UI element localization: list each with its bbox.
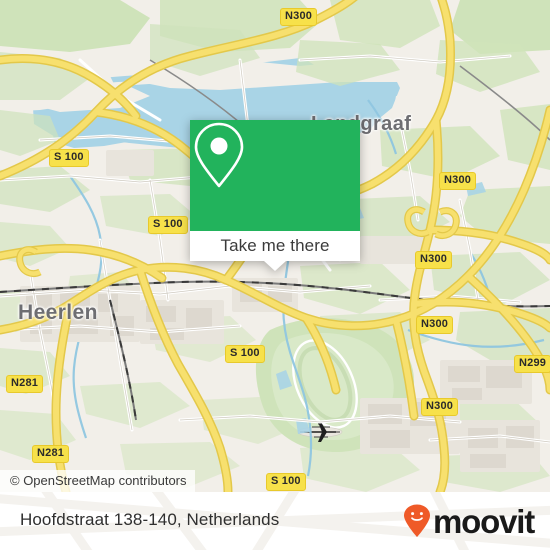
location-popup-card[interactable]: Take me there <box>190 120 360 271</box>
road-shield-n300[interactable]: N300 <box>421 398 459 416</box>
take-me-there-label: Take me there <box>220 236 330 255</box>
map-canvas[interactable]: Landgraaf Heerlen N300 S 100 S 100 N300 … <box>0 0 550 492</box>
take-me-there-button[interactable]: Take me there <box>190 231 360 261</box>
footer-bar: Hoofdstraat 138-140, Netherlands moovit <box>0 492 550 550</box>
map-pin-icon <box>194 122 244 188</box>
road-shield-s100[interactable]: S 100 <box>49 149 89 167</box>
road-shield-n300[interactable]: N300 <box>439 172 477 190</box>
address-label: Hoofdstraat 138-140, Netherlands <box>20 510 280 529</box>
moovit-wordmark: moovit <box>433 502 535 540</box>
road-shield-s100[interactable]: S 100 <box>225 345 265 363</box>
map-screenshot: Landgraaf Heerlen N300 S 100 S 100 N300 … <box>0 0 550 550</box>
road-shield-n300[interactable]: N300 <box>415 251 453 269</box>
road-shield-n281[interactable]: N281 <box>6 375 44 393</box>
road-shield-s100[interactable]: S 100 <box>148 216 188 234</box>
moovit-smiley-pin-icon <box>404 504 431 537</box>
road-shield-n281[interactable]: N281 <box>32 445 70 463</box>
popup-header <box>190 120 360 231</box>
moovit-logo[interactable]: moovit <box>402 502 535 540</box>
road-shield-s100[interactable]: S 100 <box>266 473 306 491</box>
road-shield-n300[interactable]: N300 <box>280 8 318 26</box>
road-shield-n299[interactable]: N299 <box>514 355 550 373</box>
road-shield-n300[interactable]: N300 <box>416 316 454 334</box>
map-attribution[interactable]: © OpenStreetMap contributors <box>0 470 195 492</box>
place-label-heerlen: Heerlen <box>18 301 98 324</box>
popup-pointer <box>264 261 286 271</box>
